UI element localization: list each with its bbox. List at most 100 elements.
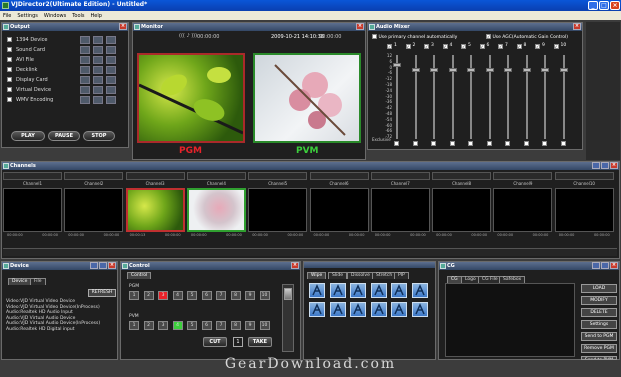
settings-icon[interactable] <box>80 96 90 104</box>
channel-preview[interactable] <box>64 188 124 232</box>
play-button[interactable]: PLAY <box>11 131 45 141</box>
output-row[interactable]: WMV Encoding <box>2 95 128 105</box>
monitor-icon[interactable] <box>93 66 103 74</box>
checkbox[interactable] <box>7 87 12 92</box>
tab-stretch[interactable]: Stretch <box>372 272 397 279</box>
channel-preview[interactable] <box>493 188 553 232</box>
pgm-source-button[interactable]: 1 <box>129 291 139 300</box>
fader-knob[interactable] <box>448 67 457 72</box>
channel-preview[interactable] <box>432 188 492 232</box>
transition-duration[interactable]: 1 <box>233 337 243 347</box>
fader-knob[interactable] <box>504 67 512 72</box>
pgm-source-button[interactable]: 2 <box>143 291 154 300</box>
pvm-source-button[interactable]: 3 <box>158 321 168 330</box>
pgm-source-button[interactable]: 5 <box>187 291 197 300</box>
pgm-source-button[interactable]: 9 <box>245 291 255 300</box>
channel-enable-checkbox[interactable]: ✓ <box>442 44 448 49</box>
checkbox-checked[interactable]: ✓ <box>486 34 491 39</box>
channel-strip[interactable]: Channel7 00:00:00 00:00:00 <box>370 172 430 237</box>
wipe-pattern-icon[interactable] <box>309 302 325 317</box>
list-item[interactable]: Audio:VJD Virtual Audio Device(InProcess… <box>6 321 116 327</box>
settings-icon[interactable] <box>80 76 90 84</box>
fader-knob[interactable] <box>411 67 420 72</box>
tbar-handle[interactable] <box>284 288 292 300</box>
restore-icon[interactable] <box>99 262 107 269</box>
channel-header[interactable] <box>432 172 492 180</box>
close-icon[interactable]: × <box>610 162 618 169</box>
channel-header[interactable] <box>3 172 62 180</box>
channel-header[interactable] <box>554 172 614 180</box>
checkbox[interactable] <box>7 97 12 102</box>
monitor-icon[interactable] <box>93 46 103 54</box>
menu-file[interactable]: File <box>3 13 11 20</box>
fader-knob[interactable] <box>430 67 438 72</box>
info-icon[interactable] <box>106 86 116 94</box>
pvm-source-button[interactable]: 8 <box>230 321 241 330</box>
agc-option[interactable]: ✓ Use AGC(Automatic Gain Control) <box>486 34 568 40</box>
tab-control[interactable]: Control <box>127 272 152 279</box>
wipe-pattern-icon[interactable] <box>309 283 325 298</box>
channel-header[interactable] <box>370 172 430 180</box>
fader-knob[interactable] <box>485 67 494 72</box>
exclusive-checkbox[interactable] <box>486 141 492 146</box>
channel-enable-checkbox[interactable]: ✓ <box>553 44 559 49</box>
stop-button[interactable]: STOP <box>83 131 115 141</box>
channel-preview[interactable] <box>125 188 185 232</box>
exclusive-checkbox[interactable] <box>394 141 399 146</box>
channel-enable-checkbox[interactable]: ✓ <box>516 44 522 49</box>
tab-device[interactable]: Device <box>8 278 32 285</box>
exclusive-checkbox[interactable] <box>523 141 529 146</box>
checkbox[interactable] <box>372 34 377 39</box>
channel-preview[interactable] <box>554 188 614 232</box>
wipe-pattern-icon[interactable] <box>350 283 366 298</box>
close-icon[interactable]: × <box>610 262 618 269</box>
output-row[interactable]: Virtual Device <box>2 85 128 95</box>
channel-strip[interactable]: Channel8 00:00:00 00:00:00 <box>432 172 492 237</box>
checkbox[interactable] <box>7 47 12 52</box>
checkbox[interactable] <box>7 37 12 42</box>
channel-enable-checkbox[interactable]: ✓ <box>405 44 411 49</box>
channel-strip[interactable]: Channel4 00:00:00 00:00:00 <box>186 172 246 237</box>
exclusive-checkbox[interactable] <box>431 141 436 146</box>
settings-icon[interactable] <box>80 56 90 64</box>
wipe-pattern-icon[interactable] <box>370 283 387 298</box>
pgm-source-button[interactable]: 3 <box>158 291 168 300</box>
settings-icon[interactable] <box>80 36 90 44</box>
channel-strip[interactable]: Channel3 00:00:13 00:00:00 <box>125 172 185 237</box>
tab-cg[interactable]: CG <box>447 276 462 283</box>
wipe-pattern-icon[interactable] <box>391 302 407 317</box>
wipe-pattern-icon[interactable] <box>350 302 366 317</box>
fader-knob[interactable] <box>559 67 568 72</box>
info-icon[interactable] <box>106 96 116 104</box>
close-icon[interactable]: × <box>291 262 299 269</box>
tab-pip[interactable]: PIP <box>394 272 409 279</box>
tab-logo[interactable]: Logo <box>461 276 480 283</box>
exclusive-checkbox[interactable] <box>542 141 547 146</box>
modify-button[interactable]: MODIFY <box>581 296 617 305</box>
channel-header[interactable] <box>309 172 369 180</box>
channel-enable-checkbox[interactable]: ✓ <box>479 44 485 49</box>
channel-preview[interactable] <box>3 188 62 232</box>
pvm-source-button[interactable]: 10 <box>259 321 270 330</box>
checkbox[interactable] <box>7 67 12 72</box>
pvm-source-button[interactable]: 1 <box>129 321 139 330</box>
channel-strip[interactable]: Channel6 00:00:00 00:00:00 <box>309 172 369 237</box>
info-icon[interactable] <box>106 56 116 64</box>
wipe-pattern-icon[interactable] <box>411 283 428 298</box>
close-icon[interactable]: × <box>108 262 116 269</box>
tab-dissolve[interactable]: Dissolve <box>347 272 374 279</box>
wipe-pattern-icon[interactable] <box>391 283 407 298</box>
exclusive-checkbox[interactable] <box>412 141 418 146</box>
wipe-pattern-icon[interactable] <box>329 302 346 317</box>
restore-icon[interactable] <box>601 262 609 269</box>
output-row[interactable]: Display Card <box>2 75 128 85</box>
exclusive-checkbox[interactable] <box>560 141 566 146</box>
channel-strip[interactable]: Channel2 00:00:00 00:00:00 <box>64 172 124 237</box>
remove-pgm-button[interactable]: Remove PGM <box>581 344 617 353</box>
maximize-button[interactable]: □ <box>599 1 609 10</box>
pvm-source-button[interactable]: 2 <box>143 321 154 330</box>
close-icon[interactable]: × <box>119 23 127 30</box>
minimize-button[interactable]: _ <box>588 1 598 10</box>
pgm-source-button[interactable]: 7 <box>216 291 226 300</box>
info-icon[interactable] <box>106 76 116 84</box>
